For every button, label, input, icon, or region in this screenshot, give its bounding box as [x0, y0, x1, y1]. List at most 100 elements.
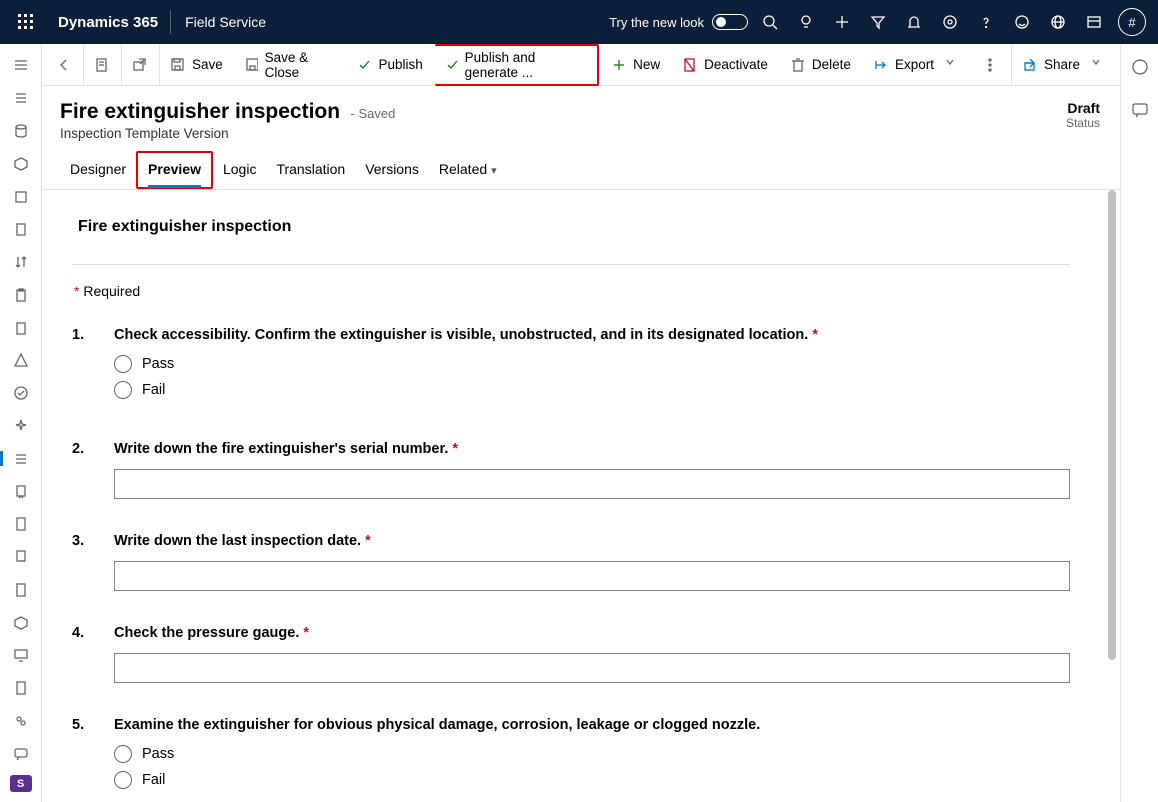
page-plus-icon[interactable] — [0, 677, 42, 700]
back-button[interactable] — [46, 44, 81, 86]
question-text: Write down the fire extinguisher's seria… — [114, 441, 1070, 457]
divider — [72, 264, 1070, 265]
saved-indicator: - Saved — [351, 106, 396, 121]
global-navbar: Dynamics 365 Field Service Try the new l… — [0, 0, 1158, 44]
site-map-rail: S — [0, 44, 42, 802]
question-number: 4. — [72, 625, 90, 683]
filter-icon[interactable] — [860, 0, 896, 44]
status-value: Draft — [1066, 100, 1100, 116]
tab-preview[interactable]: Preview — [136, 151, 213, 189]
building-icon[interactable] — [0, 218, 42, 241]
globe-icon[interactable] — [1040, 0, 1076, 44]
stack-icon[interactable] — [0, 87, 42, 110]
open-new-window-button[interactable] — [121, 44, 157, 86]
cube-icon[interactable] — [0, 152, 42, 175]
chat-panel-icon[interactable] — [1131, 101, 1149, 124]
question-text: Examine the extinguisher for obvious phy… — [114, 717, 1070, 733]
required-legend: * Required — [74, 283, 1070, 299]
delete-button[interactable]: Delete — [780, 44, 861, 86]
tab-related[interactable]: Related▾ — [429, 151, 507, 189]
radio-option[interactable]: Pass — [114, 745, 1070, 763]
settings-icon[interactable] — [932, 0, 968, 44]
save-button[interactable]: Save — [159, 44, 233, 86]
share-button[interactable]: Share — [1011, 44, 1116, 86]
tab-strip: Designer Preview Logic Translation Versi… — [42, 151, 1120, 190]
export-button[interactable]: Export — [863, 44, 970, 86]
delete-label: Delete — [812, 57, 851, 72]
deactivate-button[interactable]: Deactivate — [672, 44, 778, 86]
tab-versions[interactable]: Versions — [355, 151, 429, 189]
bell-icon[interactable] — [896, 0, 932, 44]
command-bar: Save Save & Close Publish Publish and ge… — [42, 44, 1120, 86]
tab-translation[interactable]: Translation — [266, 151, 355, 189]
add-icon[interactable] — [824, 0, 860, 44]
clipboard2-icon[interactable] — [0, 316, 42, 339]
radio-label: Fail — [142, 772, 165, 788]
question-number: 3. — [72, 533, 90, 591]
sparkle-icon[interactable] — [0, 415, 42, 438]
question-number: 5. — [72, 717, 90, 797]
publish-label: Publish — [379, 57, 423, 72]
check-circle-icon[interactable] — [0, 382, 42, 405]
try-new-look-toggle[interactable]: Try the new look — [609, 14, 748, 30]
question-row: 4. Check the pressure gauge. * — [72, 625, 1070, 683]
toggle-switch-icon[interactable] — [712, 14, 748, 30]
radio-option[interactable]: Pass — [114, 355, 1070, 373]
text-input[interactable] — [114, 561, 1070, 591]
brand-name[interactable]: Dynamics 365 — [46, 14, 170, 31]
app-switcher-button[interactable]: S — [10, 775, 32, 792]
app-launcher-icon[interactable] — [6, 0, 46, 44]
search-icon[interactable] — [752, 0, 788, 44]
database-icon[interactable] — [0, 120, 42, 143]
publish-generate-button[interactable]: Publish and generate ... — [435, 44, 599, 86]
radio-option[interactable]: Fail — [114, 381, 1070, 399]
tab-designer[interactable]: Designer — [60, 151, 136, 189]
question-row: 2. Write down the fire extinguisher's se… — [72, 441, 1070, 499]
radio-icon[interactable] — [114, 745, 132, 763]
help-icon[interactable] — [968, 0, 1004, 44]
user-avatar[interactable]: # — [1118, 8, 1146, 36]
package-icon[interactable] — [0, 611, 42, 634]
page-icon[interactable] — [0, 513, 42, 536]
clipboard-icon[interactable] — [0, 283, 42, 306]
form-title: Fire extinguisher inspection — [78, 218, 1070, 236]
radio-icon[interactable] — [114, 381, 132, 399]
text-input[interactable] — [114, 653, 1070, 683]
chat-icon[interactable] — [0, 742, 42, 765]
sort-icon[interactable] — [0, 251, 42, 274]
app-name[interactable]: Field Service — [171, 14, 280, 30]
page-header: Fire extinguisher inspection - Saved Ins… — [42, 86, 1120, 151]
warning-icon[interactable] — [0, 349, 42, 372]
chevron-down-icon: ▾ — [491, 165, 497, 177]
radio-option[interactable]: Fail — [114, 771, 1070, 789]
hamburger-icon[interactable] — [0, 54, 42, 77]
radio-label: Fail — [142, 382, 165, 398]
form-selector-button[interactable] — [83, 44, 119, 86]
copilot-icon[interactable] — [1131, 58, 1149, 81]
lightbulb-icon[interactable] — [788, 0, 824, 44]
radio-icon[interactable] — [114, 771, 132, 789]
new-button[interactable]: New — [601, 44, 670, 86]
question-text: Write down the last inspection date. * — [114, 533, 1070, 549]
scrollbar[interactable] — [1106, 190, 1118, 802]
puzzle-icon[interactable] — [0, 710, 42, 733]
text-input[interactable] — [114, 469, 1070, 499]
radio-icon[interactable] — [114, 355, 132, 373]
export-label: Export — [895, 57, 934, 72]
publish-button[interactable]: Publish — [347, 44, 433, 86]
monitor-icon[interactable] — [0, 644, 42, 667]
list-icon[interactable] — [0, 447, 42, 470]
question-row: 3. Write down the last inspection date. … — [72, 533, 1070, 591]
overflow-button[interactable] — [972, 44, 1007, 86]
page-arrow-icon[interactable] — [0, 480, 42, 503]
preview-pane[interactable]: Fire extinguisher inspection * Required … — [42, 190, 1120, 802]
page-out-icon[interactable] — [0, 546, 42, 569]
save-close-button[interactable]: Save & Close — [235, 44, 345, 86]
page-in-icon[interactable] — [0, 579, 42, 602]
panel-icon[interactable] — [1076, 0, 1112, 44]
smile-icon[interactable] — [1004, 0, 1040, 44]
box-icon[interactable] — [0, 185, 42, 208]
tab-logic[interactable]: Logic — [213, 151, 266, 189]
question-row: 5. Examine the extinguisher for obvious … — [72, 717, 1070, 797]
content-area: Save Save & Close Publish Publish and ge… — [42, 44, 1120, 802]
